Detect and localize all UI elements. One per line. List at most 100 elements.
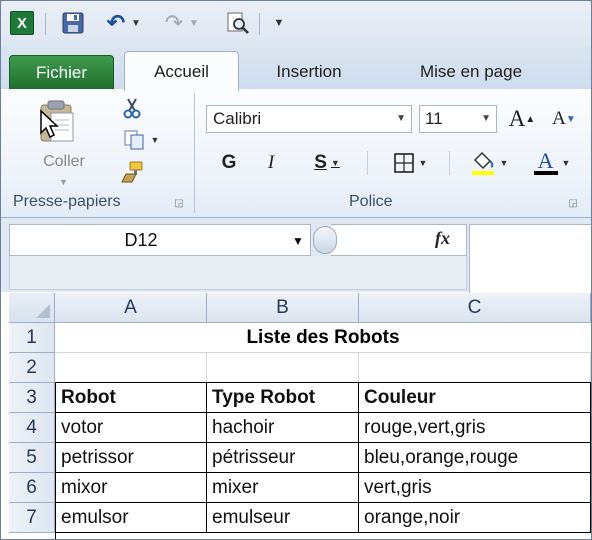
table-cell[interactable]: bleu,orange,rouge	[359, 443, 591, 473]
chevron-down-icon: ▼	[561, 158, 571, 168]
table-cell[interactable]: emulseur	[207, 503, 359, 533]
chevron-down-icon: ▼	[418, 158, 428, 168]
font-name-value: Calibri	[213, 109, 262, 128]
chevron-down-icon: ▼	[131, 17, 141, 29]
customize-toolbar-button[interactable]: ▼	[271, 10, 287, 36]
chevron-down-icon: ▼	[499, 158, 509, 168]
select-all-button[interactable]	[9, 293, 55, 323]
column-header-b[interactable]: B	[207, 293, 359, 323]
grow-font-button[interactable]: A ▲	[507, 105, 537, 133]
cell-a2[interactable]	[55, 353, 207, 383]
copy-button[interactable]: ▼	[115, 127, 167, 153]
toolbar-separator	[367, 151, 368, 175]
table-cell[interactable]: orange,noir	[359, 503, 591, 533]
row-header-3[interactable]: 3	[9, 383, 55, 413]
table-cell[interactable]: votor	[56, 413, 207, 443]
header-cell-robot[interactable]: Robot	[56, 383, 207, 413]
undo-icon: ↶	[106, 10, 126, 35]
save-button[interactable]	[59, 10, 87, 36]
name-box-resize-handle[interactable]	[313, 226, 337, 254]
redo-button[interactable]: ↷	[161, 10, 187, 36]
cut-icon	[123, 98, 141, 119]
cell-c2[interactable]	[359, 353, 591, 383]
underline-label: S	[314, 152, 327, 173]
copy-icon	[124, 130, 144, 150]
row-header-6[interactable]: 6	[9, 473, 55, 503]
row-header-1[interactable]: 1	[9, 323, 55, 353]
table-cell[interactable]: petrissor	[56, 443, 207, 473]
table-cell[interactable]: emulsor	[56, 503, 207, 533]
format-painter-button[interactable]	[115, 159, 149, 185]
header-cell-color[interactable]: Couleur	[359, 383, 591, 413]
insert-function-button[interactable]: fx	[435, 228, 450, 249]
chevron-down-icon: ▼	[59, 177, 68, 187]
chevron-down-icon: ▼	[292, 234, 304, 248]
shrink-font-button[interactable]: A ▼	[549, 105, 579, 133]
tab-page-layout[interactable]: Mise en page	[391, 55, 551, 89]
clipboard-dialog-launcher[interactable]: ◲	[173, 197, 185, 209]
print-preview-button[interactable]	[223, 10, 253, 36]
table-cell[interactable]: pétrisseur	[207, 443, 359, 473]
font-group-label: Police	[349, 193, 393, 210]
cell-b2[interactable]	[207, 353, 359, 383]
paste-label: Coller	[43, 153, 85, 170]
font-name-select[interactable]: Calibri ▼	[206, 105, 412, 133]
paste-button[interactable]: Coller ▼	[29, 95, 87, 187]
formula-bar-lower	[9, 256, 467, 290]
tab-home[interactable]: Accueil	[124, 51, 239, 91]
chevron-down-icon: ▼	[189, 17, 199, 29]
row-header-7[interactable]: 7	[9, 503, 55, 533]
sheet-title-cell[interactable]: Liste des Robots	[55, 323, 591, 353]
font-color-button[interactable]: A ▼	[525, 149, 579, 177]
font-size-select[interactable]: 11 ▼	[419, 105, 497, 133]
formula-input[interactable]	[469, 224, 591, 293]
chevron-down-icon: ▼	[330, 158, 340, 168]
borders-button[interactable]: ▼	[383, 149, 437, 177]
bold-button[interactable]: G	[217, 149, 241, 177]
quick-access-toolbar: X ↶ ▼ ↷ ▼ ▼	[1, 1, 591, 47]
table-cell[interactable]: mixer	[207, 473, 359, 503]
caret-up-icon: ▲	[525, 113, 536, 125]
ribbon-tabs: Fichier Accueil Insertion Mise en page	[1, 47, 591, 91]
clipboard-group-label: Presse-papiers	[13, 193, 121, 210]
redo-dropdown[interactable]: ▼	[187, 10, 201, 36]
format-painter-icon	[121, 161, 143, 183]
toolbar-separator	[449, 151, 450, 175]
name-box[interactable]: D12 ▼	[9, 224, 311, 256]
underline-button[interactable]: S ▼	[301, 149, 353, 177]
excel-logo: X	[10, 11, 34, 35]
chevron-down-icon: ▼	[150, 135, 160, 145]
spreadsheet-grid: A B C 1 2 3 4 5 6 7 Liste des Robots Rob…	[1, 293, 591, 539]
fill-color-button[interactable]: ▼	[463, 149, 515, 177]
tab-insert[interactable]: Insertion	[259, 55, 359, 89]
dialog-launcher-icon: ◲	[174, 197, 184, 209]
column-header-a[interactable]: A	[55, 293, 207, 323]
font-dialog-launcher[interactable]: ◲	[567, 197, 579, 209]
chevron-down-icon: ▼	[481, 113, 491, 124]
dialog-launcher-icon: ◲	[568, 197, 578, 209]
font-color-icon: A	[537, 148, 554, 173]
table-cell[interactable]: hachoir	[207, 413, 359, 443]
cursor-arrow-icon	[40, 109, 59, 139]
italic-button[interactable]: I	[259, 149, 283, 177]
excel-app-icon[interactable]: X	[9, 10, 35, 36]
row-header-4[interactable]: 4	[9, 413, 55, 443]
formula-bar-area: D12 ▼ fx	[1, 218, 591, 293]
table-cell[interactable]: vert,gris	[359, 473, 591, 503]
table-cell[interactable]: mixor	[56, 473, 207, 503]
toolbar-separator	[45, 13, 46, 35]
select-all-icon	[36, 304, 50, 318]
borders-icon	[393, 153, 414, 173]
header-cell-type[interactable]: Type Robot	[207, 383, 359, 413]
table-cell[interactable]: rouge,vert,gris	[359, 413, 591, 443]
undo-dropdown[interactable]: ▼	[129, 10, 143, 36]
caret-down-icon: ▼	[565, 113, 576, 125]
redo-icon: ↷	[164, 10, 184, 35]
cut-button[interactable]	[115, 95, 149, 121]
undo-button[interactable]: ↶	[103, 10, 129, 36]
tab-file[interactable]: Fichier	[9, 55, 114, 91]
row-header-5[interactable]: 5	[9, 443, 55, 473]
print-preview-icon	[227, 12, 249, 34]
row-header-2[interactable]: 2	[9, 353, 55, 383]
column-header-c[interactable]: C	[359, 293, 591, 323]
